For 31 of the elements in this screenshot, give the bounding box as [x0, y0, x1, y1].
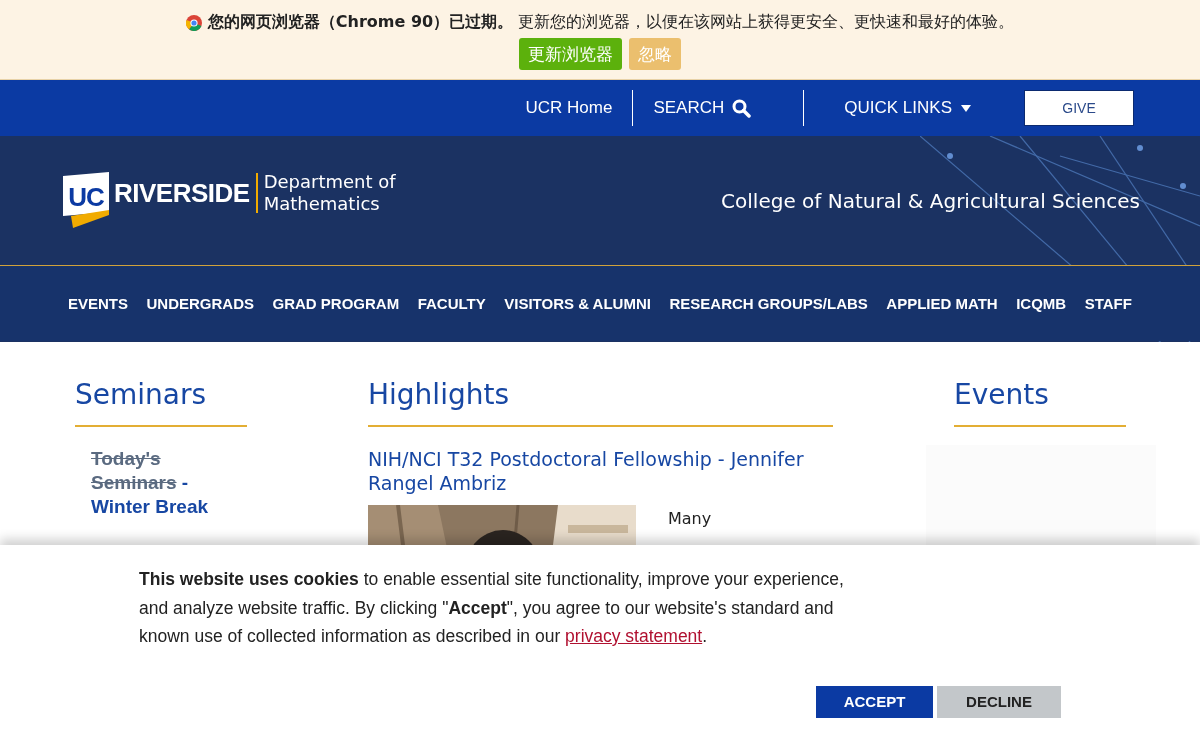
decline-button[interactable]: DECLINE [937, 685, 1061, 718]
nav-link[interactable]: EVENTS [68, 295, 128, 312]
nav-link[interactable]: APPLIED MATH [886, 295, 998, 312]
logo-wordmark: RIVERSIDE [114, 176, 250, 209]
article-title[interactable]: NIH/NCI T32 Postdoctoral Fellowship - Jennifer Rangel Ambriz [368, 447, 833, 495]
notice-message: 您的网页浏览器（Chrome 90）已过期。 更新您的浏览器，以便在该网站上获得更安全、更快速和最好的体验。 [207, 12, 1015, 33]
section-heading: Events [954, 378, 1126, 427]
section-heading: Highlights [368, 378, 833, 427]
nav-link[interactable]: UNDERGRADS [146, 295, 255, 312]
department-name: Department of Mathematics [263, 170, 396, 215]
nav-link[interactable]: RESEARCH GROUPS/LABS [669, 295, 868, 312]
article-excerpt: Many [668, 509, 712, 528]
search-link[interactable]: SEARCH [653, 98, 752, 118]
nav-link[interactable]: ICQMB [1016, 295, 1067, 312]
cookie-notice-text: This website uses cookies to enable essential site functionality, improve your experience, and analyze website traffic. By clicking "Accept", you agree to our website's standard and known use of collected information as described in our privacy statement. [139, 568, 845, 648]
quick-links-menu[interactable]: QUICK LINKS [844, 98, 972, 118]
nav-link[interactable]: GRAD PROGRAM [272, 295, 400, 312]
privacy-statement-link[interactable]: privacy statement [565, 626, 703, 646]
seminar-link[interactable]: Today's Seminars - Winter Break [91, 447, 247, 519]
search-icon [732, 98, 752, 118]
section-heading: Seminars [75, 378, 247, 427]
home-link[interactable]: UCR Home [525, 98, 613, 118]
nav-link[interactable]: STAFF [1084, 295, 1132, 312]
logo-emblem: UC [63, 171, 109, 228]
caret-icon [960, 103, 972, 113]
accept-button[interactable]: ACCEPT [816, 685, 933, 718]
college-name[interactable]: College of Natural & Agricultural Sciences [721, 188, 1140, 213]
give-button[interactable]: GIVE [1024, 90, 1134, 126]
nav-link[interactable]: VISITORS & ALUMNI [504, 295, 651, 312]
nav-link[interactable]: FACULTY [417, 295, 486, 312]
browser-icon [185, 14, 202, 31]
